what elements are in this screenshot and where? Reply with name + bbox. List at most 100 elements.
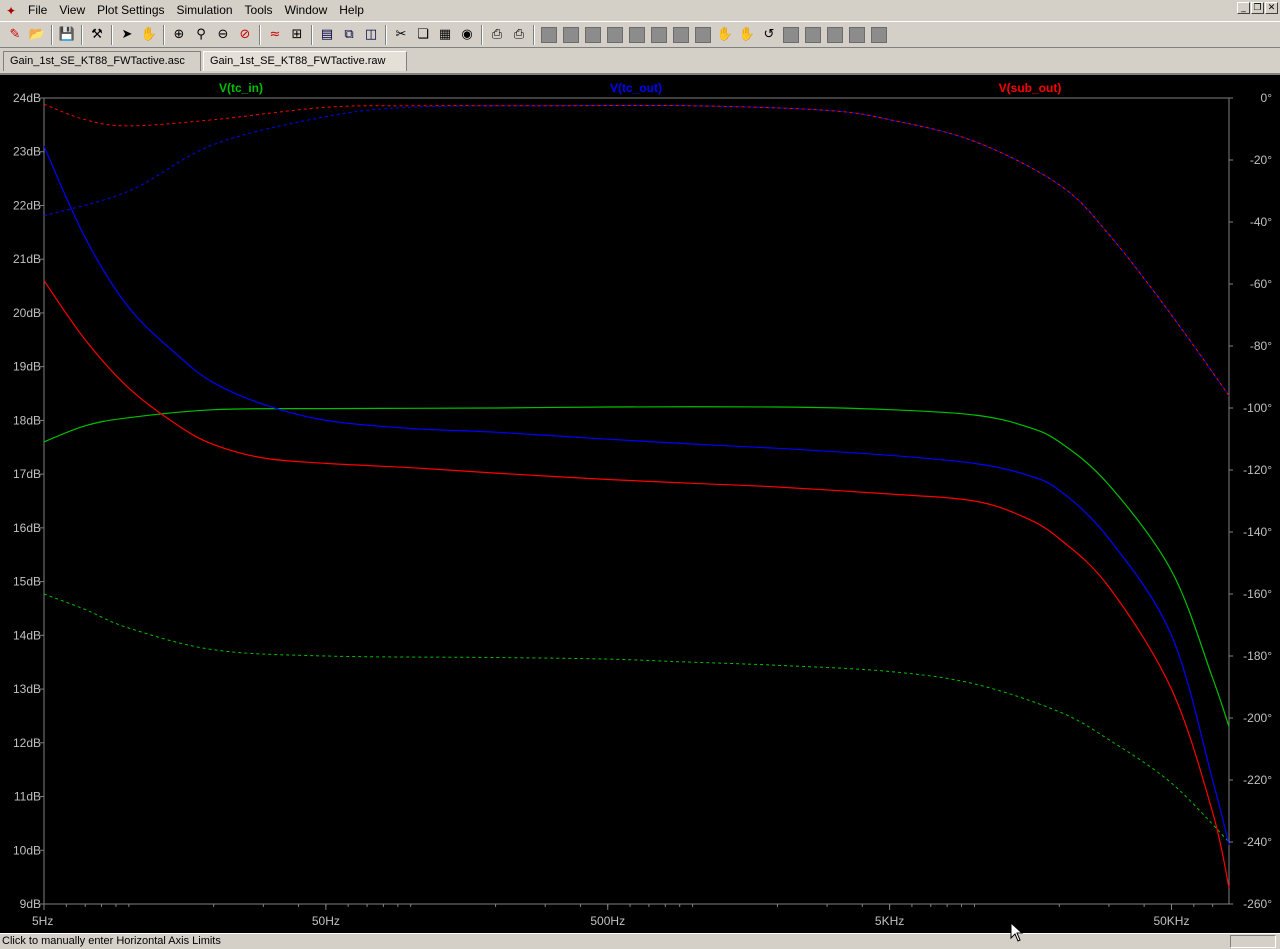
- copy-icon[interactable]: ❏: [412, 24, 434, 46]
- save-icon[interactable]: 💾: [56, 24, 78, 46]
- control-panel-icon[interactable]: ⚒: [86, 24, 108, 46]
- menu-help[interactable]: Help: [333, 0, 370, 21]
- plot-frame: [43, 97, 1230, 905]
- open-icon[interactable]: 📂: [26, 24, 48, 46]
- y-tick-label[interactable]: 19dB: [13, 360, 41, 374]
- app-icon: ✦: [5, 3, 17, 18]
- y-tick-label[interactable]: 17dB: [13, 467, 41, 481]
- trace-magnitude[interactable]: [43, 146, 1230, 846]
- disabled-tool-icon: [563, 26, 579, 43]
- y-tick-label[interactable]: 13dB: [13, 682, 41, 696]
- y2-tick-label[interactable]: -240°: [1243, 835, 1272, 849]
- y2-tick-label[interactable]: -100°: [1243, 401, 1272, 415]
- y2-tick-label[interactable]: -40°: [1250, 215, 1272, 229]
- menu-bar: ✦ File View Plot Settings Simulation Too…: [0, 0, 1280, 21]
- minimize-icon[interactable]: _: [1237, 2, 1250, 14]
- trace-magnitude[interactable]: [43, 280, 1230, 889]
- zoom-out-icon[interactable]: ⊖: [212, 24, 234, 46]
- y2-tick-label[interactable]: -80°: [1250, 339, 1272, 353]
- menu-window[interactable]: Window: [279, 0, 334, 21]
- halt-icon[interactable]: ✋: [138, 24, 160, 46]
- y-tick-label[interactable]: 18dB: [13, 413, 41, 427]
- zoom-cancel-icon[interactable]: ⊘: [234, 24, 256, 46]
- bode-plot[interactable]: 9dB 10dB 11dB 12dB 13dB 14dB 15dB 16dB 17dB 18dB 1…: [0, 75, 1280, 933]
- y2-tick-label[interactable]: -20°: [1250, 153, 1272, 167]
- y-tick-label[interactable]: 16dB: [13, 521, 41, 535]
- run-icon[interactable]: ➤: [116, 24, 138, 46]
- legend-entry[interactable]: V(sub_out): [999, 81, 1062, 95]
- y-tick-label[interactable]: 11dB: [14, 790, 41, 804]
- print-icon[interactable]: ⎙: [508, 24, 530, 46]
- y2-tick-label[interactable]: 0°: [1261, 91, 1273, 105]
- print-preview-icon[interactable]: ⎙: [486, 24, 508, 46]
- trace-magnitude[interactable]: [43, 406, 1230, 727]
- tab-schematic[interactable]: Gain_1st_SE_KT88_FWTactive.asc: [3, 51, 201, 71]
- close-icon[interactable]: ✕: [1265, 2, 1278, 14]
- cascade-icon[interactable]: ⧉: [338, 24, 360, 46]
- menu-tools[interactable]: Tools: [239, 0, 279, 21]
- y2-tick-label[interactable]: -260°: [1243, 897, 1272, 911]
- paste-icon[interactable]: ▦: [434, 24, 456, 46]
- y-tick-label[interactable]: 21dB: [13, 252, 41, 266]
- status-text: Click to manually enter Horizontal Axis …: [2, 935, 221, 947]
- y-tick-label[interactable]: 20dB: [13, 306, 41, 320]
- legend-entry[interactable]: V(tc_in): [219, 81, 263, 95]
- move-icon[interactable]: ✋: [736, 24, 758, 46]
- y2-tick-label[interactable]: -60°: [1250, 277, 1272, 291]
- menu-file[interactable]: File: [22, 0, 53, 21]
- menu-simulation[interactable]: Simulation: [171, 0, 239, 21]
- y2-tick-label[interactable]: -180°: [1243, 649, 1272, 663]
- y-tick-label[interactable]: 10dB: [13, 843, 41, 857]
- disabled-tool-icon: [673, 26, 689, 43]
- ltspice-window: ✦ File View Plot Settings Simulation Too…: [0, 0, 1280, 949]
- x-tick-label[interactable]: 50KHz: [1153, 914, 1189, 928]
- find-icon[interactable]: ◉: [456, 24, 478, 46]
- menu-plot-settings[interactable]: Plot Settings: [91, 0, 170, 21]
- x-tick-label[interactable]: 50Hz: [312, 914, 340, 928]
- y2-tick-label[interactable]: -120°: [1243, 463, 1272, 477]
- status-panel: [1230, 935, 1276, 948]
- add-trace-icon[interactable]: ⊞: [286, 24, 308, 46]
- trace-legend: V(tc_in) V(tc_out) V(sub_out): [219, 81, 1061, 95]
- restore-icon[interactable]: ❐: [1251, 2, 1264, 14]
- disabled-tool-icon: [585, 26, 601, 43]
- trace-phase[interactable]: [43, 103, 1230, 396]
- plot-grid: [40, 97, 1233, 910]
- toolbar-separator: [51, 24, 53, 45]
- y-tick-label[interactable]: 22dB: [13, 198, 41, 212]
- cut-icon[interactable]: ✂: [390, 24, 412, 46]
- disabled-tool-icon: [827, 26, 843, 43]
- zoom-area-icon[interactable]: ⚲: [190, 24, 212, 46]
- mouse-cursor-icon: [1010, 922, 1024, 942]
- y2-tick-label[interactable]: -140°: [1243, 525, 1272, 539]
- undo-icon[interactable]: ↺: [758, 24, 780, 46]
- autorange-icon[interactable]: ≈: [264, 24, 286, 46]
- tile-horizontal-icon[interactable]: ▤: [316, 24, 338, 46]
- waveform-plot-pane[interactable]: 9dB 10dB 11dB 12dB 13dB 14dB 15dB 16dB 17dB 18dB 1…: [0, 73, 1280, 933]
- tab-waveform[interactable]: Gain_1st_SE_KT88_FWTactive.raw: [203, 51, 407, 71]
- y-tick-label[interactable]: 15dB: [13, 575, 41, 589]
- trace-phase[interactable]: [43, 104, 1230, 396]
- toolbar-separator: [533, 24, 535, 45]
- y-tick-label[interactable]: 9dB: [20, 897, 41, 911]
- tile-vertical-icon[interactable]: ◫: [360, 24, 382, 46]
- y-tick-label[interactable]: 24dB: [13, 91, 41, 105]
- drag-icon[interactable]: ✋: [714, 24, 736, 46]
- y2-tick-label[interactable]: -200°: [1243, 711, 1272, 725]
- legend-entry[interactable]: V(tc_out): [610, 81, 662, 95]
- toolbar-separator: [259, 24, 261, 45]
- x-tick-label[interactable]: 5Hz: [32, 914, 53, 928]
- toolbar-separator: [81, 24, 83, 45]
- y-tick-label[interactable]: 14dB: [13, 628, 41, 642]
- new-schematic-icon[interactable]: ✎: [4, 24, 26, 46]
- y-tick-label[interactable]: 12dB: [13, 736, 41, 750]
- zoom-in-icon[interactable]: ⊕: [168, 24, 190, 46]
- trace-phase[interactable]: [43, 593, 1230, 843]
- x-tick-label[interactable]: 5KHz: [875, 914, 904, 928]
- x-tick-label[interactable]: 500Hz: [590, 914, 625, 928]
- toolbar-separator: [385, 24, 387, 45]
- menu-view[interactable]: View: [53, 0, 91, 21]
- y-tick-label[interactable]: 23dB: [13, 145, 41, 159]
- y2-tick-label[interactable]: -160°: [1243, 587, 1272, 601]
- y2-tick-label[interactable]: -220°: [1243, 773, 1272, 787]
